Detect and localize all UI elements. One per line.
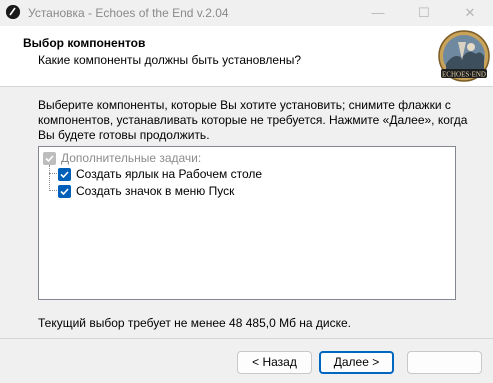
component-label[interactable]: Создать значок в меню Пуск [76,184,234,198]
checkbox-start-menu-icon[interactable] [58,185,71,198]
svg-text:ECHOES·END: ECHOES·END [442,71,486,79]
minimize-icon[interactable]: — [355,0,401,26]
cancel-button[interactable] [407,351,482,374]
components-list[interactable]: Дополнительные задачи: Создать ярлык на … [38,146,456,300]
next-button[interactable]: Далее > [319,351,394,374]
game-logo: ECHOES·END [438,30,490,82]
page-title: Выбор компонентов [23,36,146,50]
app-icon [6,5,20,19]
disk-space-text: Текущий выбор требует не менее 48 485,0 … [38,316,352,330]
footer-divider [0,338,493,339]
component-label[interactable]: Создать ярлык на Рабочем столе [76,167,262,181]
header-divider [0,86,493,87]
title-bar[interactable]: Установка - Echoes of the End v.2.04 — ☐… [0,0,493,26]
close-icon[interactable]: ✕ [447,0,493,26]
tree-connector [49,165,50,191]
instructions-text: Выберите компоненты, которые Вы хотите у… [38,98,468,142]
page-subtitle: Какие компоненты должны быть установлены… [38,53,301,67]
component-label: Дополнительные задачи: [61,151,202,165]
tree-connector [49,190,57,191]
checkbox-desktop-shortcut[interactable] [58,168,71,181]
window-title: Установка - Echoes of the End v.2.04 [28,6,229,20]
maximize-icon[interactable]: ☐ [401,0,447,26]
wizard-header: Выбор компонентов Какие компоненты должн… [0,26,493,86]
back-button[interactable]: < Назад [237,351,312,374]
checkbox-disabled [43,152,56,165]
tree-connector [49,173,57,174]
